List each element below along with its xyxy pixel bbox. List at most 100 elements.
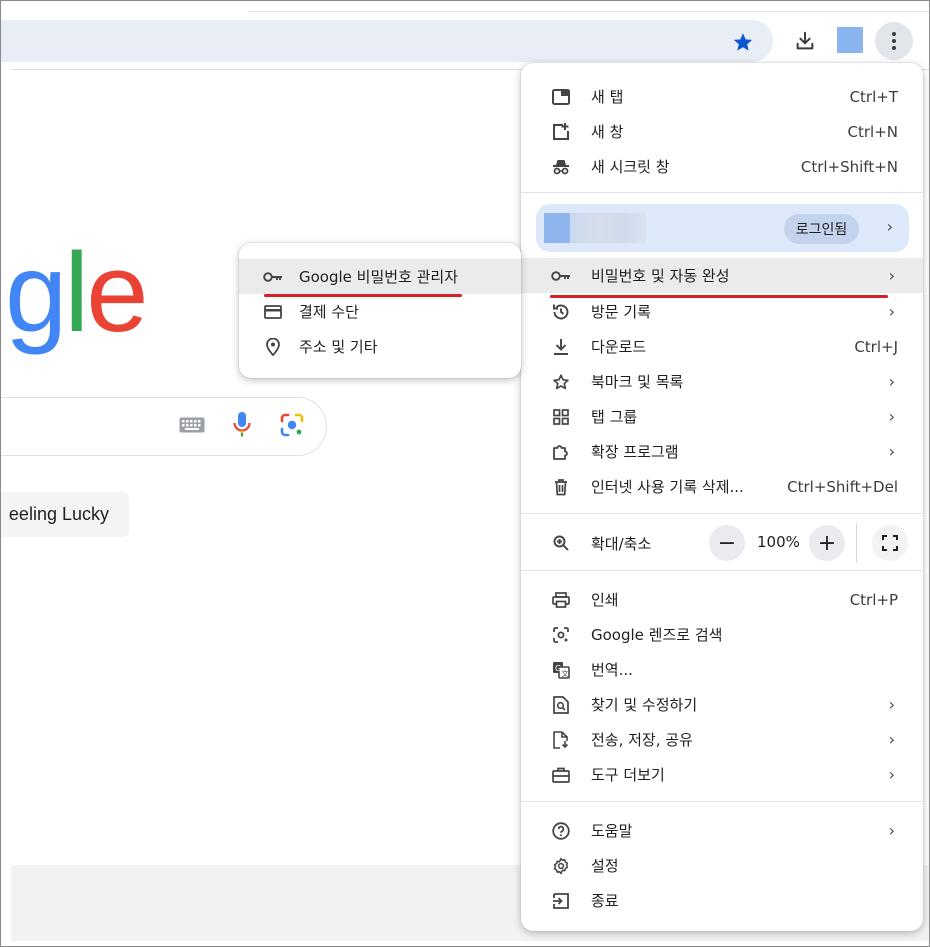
menu-item-print[interactable]: 인쇄 Ctrl+P — [521, 582, 923, 617]
menu-item-settings[interactable]: 설정 — [521, 848, 923, 883]
logo-letter-l: l — [64, 230, 89, 355]
credit-card-icon — [263, 302, 283, 322]
translate-icon: G文 — [551, 660, 571, 680]
menu-item-incognito[interactable]: 새 시크릿 창 Ctrl+Shift+N — [521, 149, 923, 184]
print-icon — [551, 590, 571, 610]
zoom-row: 확대/축소 − 100% + — [521, 523, 923, 563]
chevron-right-icon: › — [886, 217, 893, 236]
submenu-item-label: 주소 및 기타 — [299, 338, 378, 356]
menu-item-help[interactable]: 도움말 › — [521, 813, 923, 848]
zoom-out-button[interactable]: − — [709, 525, 745, 561]
passwords-submenu: Google 비밀번호 관리자 결제 수단 주소 및 기타 — [239, 243, 521, 378]
menu-item-label: 종료 — [591, 892, 619, 910]
microphone-icon[interactable] — [229, 410, 255, 440]
fullscreen-icon[interactable] — [872, 525, 908, 561]
menu-item-label: 찾기 및 수정하기 — [591, 696, 698, 714]
chrome-main-menu: 새 탭 Ctrl+T 새 창 Ctrl+N 새 시크릿 창 Ctrl+Shift… — [521, 63, 923, 931]
extension-icon — [551, 442, 571, 462]
profile-name-blurred — [570, 213, 646, 243]
menu-item-label: 새 시크릿 창 — [591, 158, 670, 176]
menu-item-google-lens[interactable]: Google 렌즈로 검색 — [521, 617, 923, 652]
menu-item-shortcut: Ctrl+Shift+Del — [787, 477, 898, 496]
bookmark-star-icon[interactable] — [728, 27, 758, 57]
submenu-item-payment-methods[interactable]: 결제 수단 — [239, 294, 521, 329]
submenu-item-addresses[interactable]: 주소 및 기타 — [239, 329, 521, 364]
menu-item-downloads[interactable]: 다운로드 Ctrl+J — [521, 329, 923, 364]
toolbox-icon — [551, 765, 571, 785]
key-icon — [551, 266, 571, 286]
history-icon — [551, 302, 571, 322]
profile-row[interactable]: 로그인됨 › — [536, 204, 909, 252]
menu-divider — [521, 801, 923, 802]
menu-divider — [521, 570, 923, 571]
share-icon — [551, 730, 571, 750]
zoom-divider — [856, 523, 857, 563]
menu-item-label: 비밀번호 및 자동 완성 — [591, 267, 730, 285]
submenu-item-label: Google 비밀번호 관리자 — [299, 268, 459, 286]
new-window-icon — [551, 122, 571, 142]
chevron-right-icon: › — [888, 730, 895, 749]
menu-item-more-tools[interactable]: 도구 더보기 › — [521, 757, 923, 792]
logo-letter-e: e — [86, 230, 148, 355]
settings-icon — [551, 856, 571, 876]
menu-item-label: 도움말 — [591, 822, 633, 840]
download-icon — [551, 337, 571, 357]
submenu-item-label: 결제 수단 — [299, 303, 359, 321]
menu-item-label: 도구 더보기 — [591, 766, 665, 784]
menu-item-new-tab[interactable]: 새 탭 Ctrl+T — [521, 79, 923, 114]
signed-in-badge: 로그인됨 — [784, 214, 859, 244]
menu-item-label: 탭 그룹 — [591, 408, 638, 426]
menu-item-label: 새 창 — [591, 123, 624, 141]
location-pin-icon — [263, 337, 283, 357]
chevron-right-icon: › — [888, 821, 895, 840]
profile-avatar-blurred — [544, 213, 570, 243]
svg-text:文: 文 — [562, 669, 569, 678]
more-menu-icon[interactable] — [875, 22, 913, 60]
menu-item-extensions[interactable]: 확장 프로그램 › — [521, 434, 923, 469]
menu-item-label: 설정 — [591, 857, 619, 875]
menu-item-shortcut: Ctrl+N — [847, 122, 898, 141]
submenu-item-password-manager[interactable]: Google 비밀번호 관리자 — [239, 259, 521, 294]
menu-item-translate[interactable]: G文 번역... — [521, 652, 923, 687]
menu-item-find-edit[interactable]: 찾기 및 수정하기 › — [521, 687, 923, 722]
download-icon[interactable] — [787, 23, 823, 59]
menu-item-label: 인쇄 — [591, 591, 619, 609]
zoom-icon — [551, 533, 571, 553]
chevron-right-icon: › — [888, 442, 895, 461]
browser-window: gle eeling Lucky 새 탭 Ctrl+T 새 창 Ctrl+N 새… — [0, 0, 930, 947]
menu-item-label: 인터넷 사용 기록 삭제... — [591, 478, 744, 496]
menu-item-label: 확장 프로그램 — [591, 443, 679, 461]
menu-item-shortcut: Ctrl+T — [849, 87, 898, 106]
zoom-in-button[interactable]: + — [809, 525, 845, 561]
menu-item-new-window[interactable]: 새 창 Ctrl+N — [521, 114, 923, 149]
google-logo: gle — [5, 237, 148, 349]
tabstrip-edge — [248, 11, 929, 12]
menu-item-tab-groups[interactable]: 탭 그룹 › — [521, 399, 923, 434]
incognito-icon — [551, 157, 571, 177]
logo-letter-g: g — [5, 230, 67, 355]
menu-item-label: 북마크 및 목록 — [591, 373, 684, 391]
chevron-right-icon: › — [888, 407, 895, 426]
chevron-right-icon: › — [888, 266, 895, 285]
chevron-right-icon: › — [888, 765, 895, 784]
menu-item-history[interactable]: 방문 기록 › — [521, 294, 923, 329]
menu-item-clear-data[interactable]: 인터넷 사용 기록 삭제... Ctrl+Shift+Del — [521, 469, 923, 504]
feeling-lucky-button[interactable]: eeling Lucky — [1, 492, 129, 537]
trash-icon — [551, 477, 571, 497]
menu-item-shortcut: Ctrl+J — [854, 337, 898, 356]
lens-icon — [551, 625, 571, 645]
profile-avatar[interactable] — [837, 27, 863, 53]
menu-item-passwords-autofill[interactable]: 비밀번호 및 자동 완성 › — [521, 258, 923, 293]
keyboard-icon[interactable] — [177, 410, 207, 440]
menu-item-shortcut: Ctrl+P — [849, 590, 898, 609]
menu-item-label: 전송, 저장, 공유 — [591, 731, 693, 749]
chevron-right-icon: › — [888, 372, 895, 391]
google-lens-icon[interactable] — [277, 410, 307, 440]
menu-item-label: 번역... — [591, 661, 633, 679]
menu-item-exit[interactable]: 종료 — [521, 883, 923, 918]
menu-item-cast-save-share[interactable]: 전송, 저장, 공유 › — [521, 722, 923, 757]
menu-item-label: 방문 기록 — [591, 303, 651, 321]
menu-item-bookmarks[interactable]: 북마크 및 목록 › — [521, 364, 923, 399]
address-bar[interactable] — [1, 20, 773, 62]
tab-groups-icon — [551, 407, 571, 427]
